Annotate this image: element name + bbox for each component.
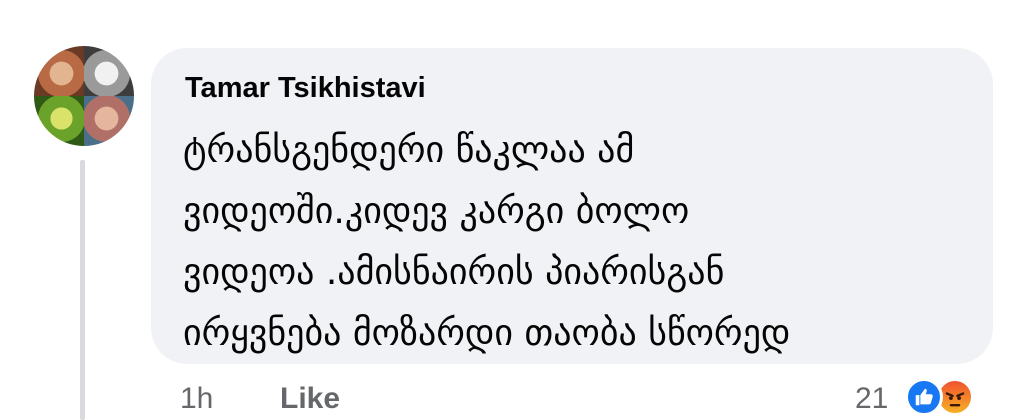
comment-footer: 1h Like 21	[0, 376, 1024, 416]
comment-text: ტრანსგენდერი წაკლაა ამ ვიდეოში.კიდევ კარ…	[183, 120, 790, 364]
like-icon[interactable]	[905, 378, 943, 416]
avatar-face-tile	[84, 46, 134, 96]
avatar-face-tile	[84, 96, 134, 146]
avatar-face-tile	[34, 96, 84, 146]
comment-author[interactable]: Tamar Tsikhistavi	[185, 72, 426, 105]
comment-line: ტრანსგენდერი წაკლაა ამ	[183, 130, 635, 171]
angry-face-glyph	[945, 392, 965, 407]
comment-line: ვიდეოა .ამისნაირის პიარისგან	[183, 252, 725, 293]
thumbs-up-glyph	[915, 388, 933, 406]
avatar[interactable]	[34, 46, 134, 146]
comment-line: ვიდეოში.კიდევ კარგი ბოლო	[183, 191, 690, 232]
comment-line: ირყვნება მოზარდი თაობა სწორედ	[183, 313, 791, 354]
avatar-face-tile	[34, 46, 84, 96]
comment-bubble: Tamar Tsikhistavi ტრანსგენდერი წაკლაა ამ…	[151, 48, 993, 364]
